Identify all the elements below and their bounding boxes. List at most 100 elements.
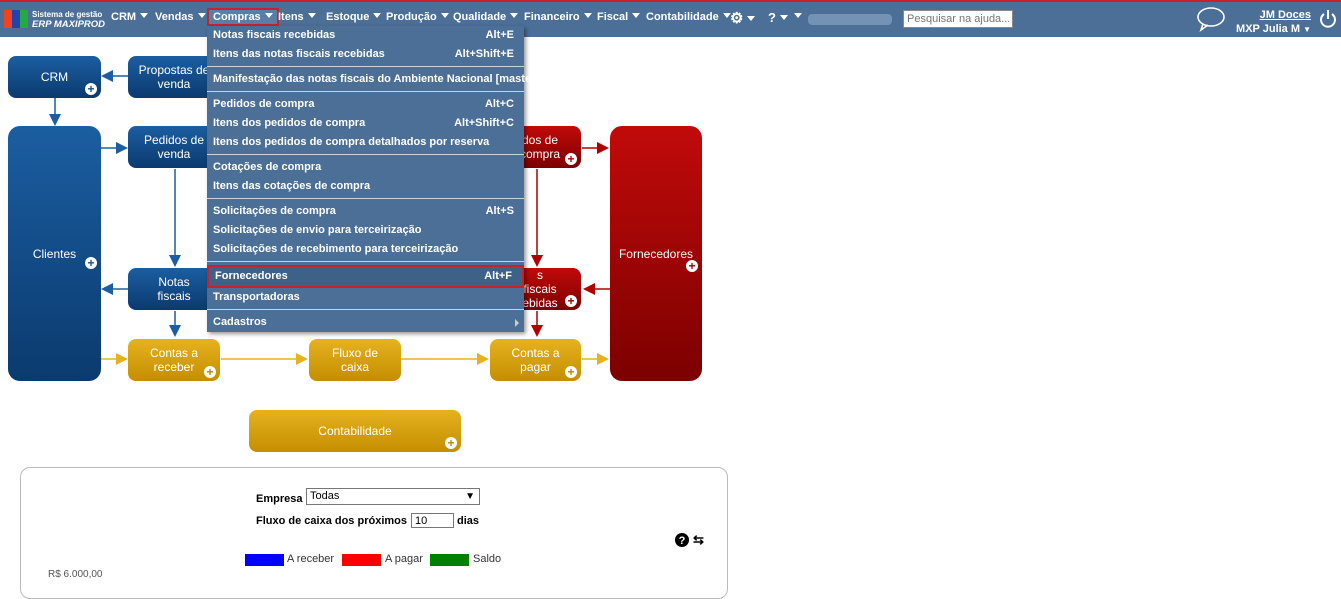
- menu-item-shortcut: Alt+F: [484, 270, 512, 282]
- logo-square-icon: [12, 10, 20, 28]
- menu-item-solicitac-o-es-de-compra[interactable]: Solicitações de compra Alt+S: [207, 202, 524, 221]
- plus-icon[interactable]: +: [204, 366, 216, 378]
- menu-item-solicitac-o-es-de-envio-para-terceirizac-a-o[interactable]: Solicitações de envio para terceirização: [207, 221, 524, 240]
- menu-item-label: Solicitações de recebimento para terceir…: [213, 243, 459, 255]
- empresa-select-value: Todas: [310, 490, 340, 502]
- cashflow-panel: [20, 467, 728, 599]
- menu-item-fornecedores[interactable]: Fornecedores Alt+F: [207, 265, 524, 288]
- nav-compras[interactable]: Compras: [207, 8, 279, 26]
- contas-receber-label: Contas a receber: [149, 346, 199, 374]
- menu-item-itens-das-notas-fiscais-recebidas[interactable]: Itens das notas fiscais recebidas Alt+Shi…: [207, 45, 524, 64]
- plus-icon[interactable]: +: [686, 260, 698, 272]
- plus-icon[interactable]: +: [445, 437, 457, 449]
- nav-fiscal[interactable]: Fiscal: [597, 11, 641, 23]
- menu-item-label: Itens das notas fiscais recebidas: [213, 48, 385, 60]
- fluxo-caixa-label: Fluxo de caixa: [331, 346, 379, 374]
- menu-item-cotac-o-es-de-compra[interactable]: Cotações de compra: [207, 158, 524, 177]
- fluxo-caixa-box[interactable]: Fluxo de caixa: [309, 339, 401, 381]
- menu-item-shortcut: Alt+S: [485, 205, 514, 217]
- menu-item-label: Itens das cotações de compra: [213, 180, 371, 192]
- chevron-down-icon: [747, 16, 756, 21]
- menu-item-label: Solicitações de compra: [213, 205, 336, 217]
- clientes-box[interactable]: Clientes +: [8, 126, 101, 381]
- menu-item-label: Cadastros: [213, 316, 267, 328]
- menu-item-label: Transportadoras: [213, 291, 300, 303]
- menu-item-manifestac-a-o-das-notas-fiscais-do-ambiente-nacional-master[interactable]: Manifestação das notas fiscais do Ambien…: [207, 70, 539, 89]
- menu-item-shortcut: Alt+E: [485, 29, 514, 41]
- chevron-down-icon: [632, 13, 641, 18]
- menu-item-itens-dos-pedidos-de-compra[interactable]: Itens dos pedidos de compra Alt+Shift+C: [207, 114, 524, 133]
- pedidos-venda-label: Pedidos de venda: [143, 133, 205, 161]
- chevron-down-icon[interactable]: [790, 11, 802, 23]
- legend-swatch-pagar: [342, 554, 381, 566]
- chevron-down-icon: [440, 13, 449, 18]
- legend-swatch-receber: [245, 554, 284, 566]
- blurred-field: [808, 14, 892, 25]
- menu-item-itens-dos-pedidos-de-compra-detalhados-por-reserva[interactable]: Itens dos pedidos de compra detalhados p…: [207, 133, 524, 152]
- logo-square-icon: [20, 10, 28, 28]
- chevron-down-icon: ▼: [465, 491, 475, 502]
- gear-icon[interactable]: ⚙: [730, 9, 756, 27]
- chat-bubble-icon[interactable]: [1196, 6, 1226, 32]
- legend-swatch-saldo: [430, 554, 469, 566]
- nav-crm[interactable]: CRM: [111, 11, 149, 23]
- notas-fiscais-label: Notas fiscais: [157, 275, 191, 303]
- menu-item-shortcut: Alt+Shift+C: [454, 117, 514, 129]
- propostas-label: Propostas de venda: [138, 63, 210, 91]
- nav-estoque[interactable]: Estoque: [326, 11, 382, 23]
- nav-producao[interactable]: Produção: [386, 11, 449, 23]
- brand-line2: ERP MAXIPROD: [32, 19, 106, 30]
- menu-item-label: Itens dos pedidos de compra: [213, 117, 366, 129]
- menu-item-notas-fiscais-recebidas[interactable]: Notas fiscais recebidas Alt+E: [207, 26, 524, 45]
- dias-label: dias: [457, 515, 480, 527]
- compras-dropdown-menu: Notas fiscais recebidas Alt+E Itens das no…: [207, 26, 539, 332]
- contas-pagar-box[interactable]: Contas a pagar +: [490, 339, 581, 381]
- empresa-label: Empresa: [256, 493, 303, 505]
- nav-financeiro[interactable]: Financeiro: [524, 11, 592, 23]
- nav-qualidade[interactable]: Qualidade: [453, 11, 519, 23]
- plus-icon[interactable]: +: [565, 366, 577, 378]
- days-input[interactable]: [411, 513, 454, 528]
- chevron-right-icon: [515, 319, 519, 327]
- fornecedores-box[interactable]: Fornecedores +: [610, 126, 702, 381]
- plus-icon[interactable]: +: [85, 83, 97, 95]
- brand-logo[interactable]: Sistema de gestão ERP MAXIPROD: [0, 6, 110, 34]
- help-search-input[interactable]: [903, 10, 1013, 28]
- menu-item-shortcut: Alt+C: [484, 98, 514, 110]
- menu-item-pedidos-de-compra[interactable]: Pedidos de compra Alt+C: [207, 95, 524, 114]
- brand-line1: Sistema de gestão: [32, 10, 103, 19]
- plus-icon[interactable]: +: [85, 257, 97, 269]
- nav-itens[interactable]: Itens: [278, 11, 316, 23]
- plus-icon[interactable]: +: [565, 153, 577, 165]
- power-icon[interactable]: [1318, 8, 1338, 30]
- help-circle-icon[interactable]: ?: [768, 10, 788, 25]
- menu-item-solicitac-o-es-de-recebimento-para-terceirizac-a-o[interactable]: Solicitações de recebimento para terceir…: [207, 240, 524, 259]
- contas-receber-box[interactable]: Contas a receber +: [128, 339, 220, 381]
- refresh-icon[interactable]: ⇆: [693, 532, 704, 548]
- nav-contabilidade[interactable]: Contabilidade: [646, 11, 731, 23]
- menu-item-itens-das-cotac-o-es-de-compra[interactable]: Itens das cotações de compra: [207, 177, 524, 196]
- empresa-select[interactable]: Todas ▼: [306, 488, 480, 505]
- svg-text:?: ?: [679, 535, 686, 547]
- menu-item-label: Pedidos de compra: [213, 98, 315, 110]
- menu-item-label: Notas fiscais recebidas: [213, 29, 336, 41]
- nav-vendas[interactable]: Vendas: [155, 11, 206, 23]
- menu-item-cadastros[interactable]: Cadastros: [207, 313, 524, 332]
- menu-item-shortcut: Alt+Shift+E: [454, 48, 514, 60]
- crm-box[interactable]: CRM +: [8, 56, 101, 98]
- plus-icon[interactable]: +: [565, 295, 577, 307]
- chevron-down-icon: [373, 13, 382, 18]
- user-info[interactable]: JM Doces MXP Julia M ▼: [1236, 8, 1311, 37]
- user-name[interactable]: MXP Julia M ▼: [1236, 22, 1311, 37]
- contabilidade-label: Contabilidade: [318, 424, 392, 438]
- fluxo-label: Fluxo de caixa dos próximos: [256, 515, 407, 527]
- chevron-down-icon: [307, 13, 316, 18]
- menu-item-transportadoras[interactable]: Transportadoras: [207, 288, 524, 307]
- legend-saldo: Saldo: [473, 553, 502, 565]
- pedidos-compra-label: dos de compra: [520, 133, 561, 161]
- company-name[interactable]: JM Doces: [1236, 8, 1311, 22]
- contas-pagar-label: Contas a pagar: [511, 346, 560, 374]
- notas-recebidas-label: s fiscais ebidas: [522, 268, 558, 310]
- help-icon[interactable]: ?: [675, 533, 689, 547]
- contabilidade-box[interactable]: Contabilidade +: [249, 410, 461, 452]
